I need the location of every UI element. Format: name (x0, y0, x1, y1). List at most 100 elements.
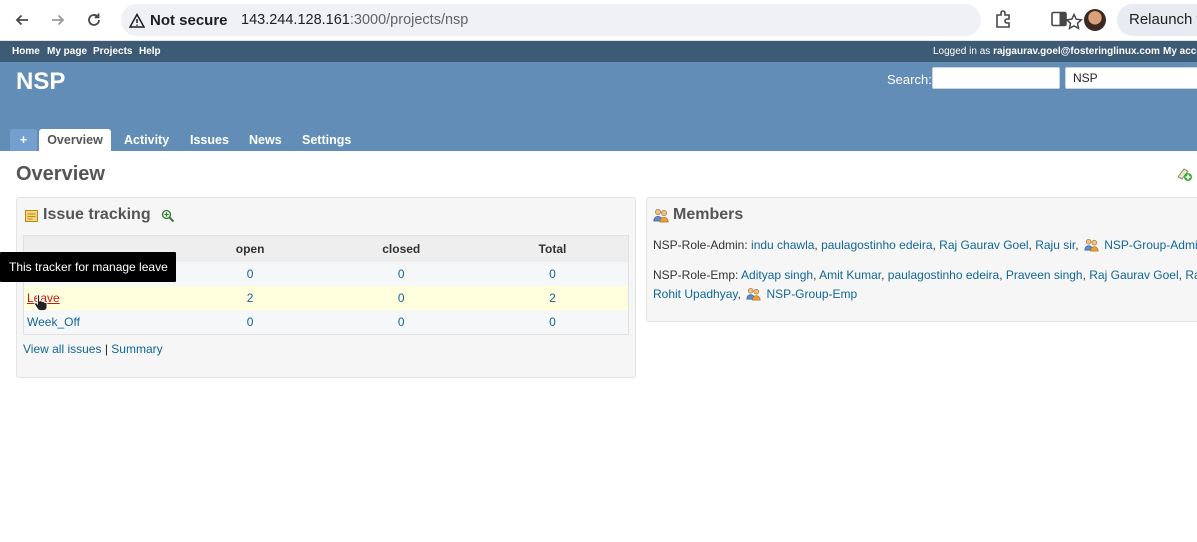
closed-count-link[interactable]: 0 (398, 291, 405, 305)
view-all-issues-link[interactable]: View all issues (23, 342, 101, 356)
side-panel-icon (1051, 11, 1067, 27)
member-link[interactable]: Raj Gaurav Goel (1089, 268, 1178, 282)
extensions-button[interactable] (994, 9, 1014, 34)
tab-activity[interactable]: Activity (124, 129, 169, 151)
search-input[interactable] (932, 67, 1060, 89)
project-title: NSP (16, 68, 66, 95)
issue-tracking-box: Issue tracking open closed Total 0 0 0 L… (16, 197, 636, 378)
total-count-cell: 0 (476, 262, 629, 286)
help-link[interactable]: Help (139, 46, 161, 57)
member-link[interactable]: Adityap singh (741, 268, 813, 282)
open-count-link[interactable]: 0 (247, 315, 254, 329)
role-label-admin: NSP-Role-Admin: (653, 238, 752, 252)
column-header-total: Total (476, 235, 629, 262)
issue-tracking-title: Issue tracking (43, 206, 151, 223)
member-link[interactable]: Amit Kumar (819, 268, 881, 282)
group-icon (1084, 238, 1099, 258)
new-object-button[interactable]: + (10, 129, 37, 151)
tab-news[interactable]: News (249, 129, 282, 151)
column-header-closed: closed (325, 235, 477, 262)
tracker-link-week-off[interactable]: Week_Off (27, 315, 80, 329)
side-panel-button[interactable] (1049, 9, 1069, 34)
total-count-link[interactable]: 0 (549, 267, 556, 281)
add-attachment-icon[interactable] (1174, 165, 1194, 188)
logged-in-user-link[interactable]: rajgaurav.goel@fosteringlinux.com (993, 46, 1160, 57)
security-indicator[interactable]: Not secure (129, 4, 228, 36)
open-count-link[interactable]: 2 (247, 291, 254, 305)
member-link[interactable]: Ra (1185, 268, 1197, 282)
logged-in-as: Logged in as rajgaurav.goel@fosteringlin… (933, 46, 1160, 57)
column-header-open: open (174, 235, 326, 262)
group-icon (653, 208, 669, 228)
group-link[interactable]: NSP-Group-Admin (1104, 238, 1197, 252)
forward-button[interactable] (45, 7, 71, 33)
open-count-cell: 0 (174, 310, 326, 335)
back-button[interactable] (9, 7, 35, 33)
open-count-link[interactable]: 0 (247, 267, 254, 281)
total-count-cell: 2 (476, 286, 629, 310)
tab-settings[interactable]: Settings (302, 129, 351, 151)
puzzle-icon (996, 10, 1010, 28)
role-emp-line-continued: Rohit Upadhyay, NSP-Group-Emp (653, 285, 857, 307)
profile-avatar[interactable] (1084, 9, 1106, 31)
logged-in-prefix: Logged in as (933, 46, 994, 57)
member-link[interactable]: Raj Gaurav Goel (939, 238, 1028, 252)
member-link[interactable]: paulagostinho edeira (821, 238, 932, 252)
projects-link[interactable]: Projects (93, 46, 132, 57)
member-link[interactable]: Praveen singh (1006, 268, 1083, 282)
closed-count-link[interactable]: 0 (398, 315, 405, 329)
members-box: Members NSP-Role-Admin: indu chawla, pau… (646, 197, 1197, 322)
search-label: Search: (887, 72, 932, 87)
group-icon (746, 287, 761, 307)
top-menu: Home My page Projects Help Logged in as … (0, 41, 1197, 62)
reload-icon (88, 13, 100, 26)
url-text[interactable]: 143.244.128.161:3000/projects/nsp (241, 4, 468, 36)
relaunch-button[interactable]: Relaunch t (1117, 4, 1197, 36)
hand-cursor-icon (33, 293, 49, 316)
my-page-link[interactable]: My page (47, 46, 87, 57)
security-label: Not secure (150, 11, 228, 29)
member-link[interactable]: Raju sir (1035, 238, 1075, 252)
member-link[interactable]: Rohit Upadhyay (653, 287, 738, 301)
ticket-icon (25, 209, 38, 227)
project-header: NSP Search: NSP + Overview Activity Issu… (0, 62, 1197, 151)
role-admin-line: NSP-Role-Admin: indu chawla, paulagostin… (653, 236, 1197, 258)
arrow-right-icon (52, 14, 65, 26)
closed-count-cell: 0 (325, 310, 477, 335)
warning-icon (129, 12, 145, 28)
tracker-tooltip: This tracker for manage leave (0, 252, 176, 282)
total-count-link[interactable]: 0 (549, 315, 556, 329)
tab-overview[interactable]: Overview (39, 129, 111, 151)
total-count-cell: 0 (476, 310, 629, 335)
browser-toolbar: Not secure 143.244.128.161:3000/projects… (0, 0, 1197, 41)
home-link[interactable]: Home (12, 46, 40, 57)
member-link[interactable]: indu chawla (751, 238, 814, 252)
total-count-link[interactable]: 2 (549, 291, 556, 305)
reload-button[interactable] (81, 7, 107, 33)
role-emp-line: NSP-Role-Emp: Adityap singh, Amit Kumar,… (653, 266, 1197, 285)
issue-links: View all issues | Summary (23, 342, 163, 356)
table-row: Leave 2 0 2 (23, 286, 629, 310)
url-host: 143.244.128.161 (241, 12, 350, 28)
address-bar[interactable]: Not secure 143.244.128.161:3000/projects… (121, 4, 1084, 36)
tab-issues[interactable]: Issues (190, 129, 229, 151)
tracker-table: open closed Total 0 0 0 Leave 2 0 2 Week… (23, 235, 629, 335)
summary-link[interactable]: Summary (111, 342, 162, 356)
group-link[interactable]: NSP-Group-Emp (767, 287, 858, 301)
url-path: :3000/projects/nsp (349, 12, 469, 28)
role-label-emp: NSP-Role-Emp: (653, 268, 742, 282)
table-row: Week_Off 0 0 0 (23, 310, 629, 335)
page-title: Overview (16, 163, 105, 185)
member-link[interactable]: paulagostinho edeira (888, 268, 999, 282)
project-jump-select[interactable]: NSP (1065, 67, 1197, 89)
closed-count-cell: 0 (325, 262, 477, 286)
closed-count-link[interactable]: 0 (398, 267, 405, 281)
closed-count-cell: 0 (325, 286, 477, 310)
magnifier-icon[interactable] (161, 209, 175, 228)
my-account-link[interactable]: My acco (1163, 46, 1197, 57)
links-separator: | (101, 342, 112, 356)
open-count-cell: 0 (174, 262, 326, 286)
members-title: Members (673, 206, 744, 223)
main-content: Overview Issue tracking open closed Tota… (0, 151, 1197, 542)
open-count-cell: 2 (174, 286, 326, 310)
